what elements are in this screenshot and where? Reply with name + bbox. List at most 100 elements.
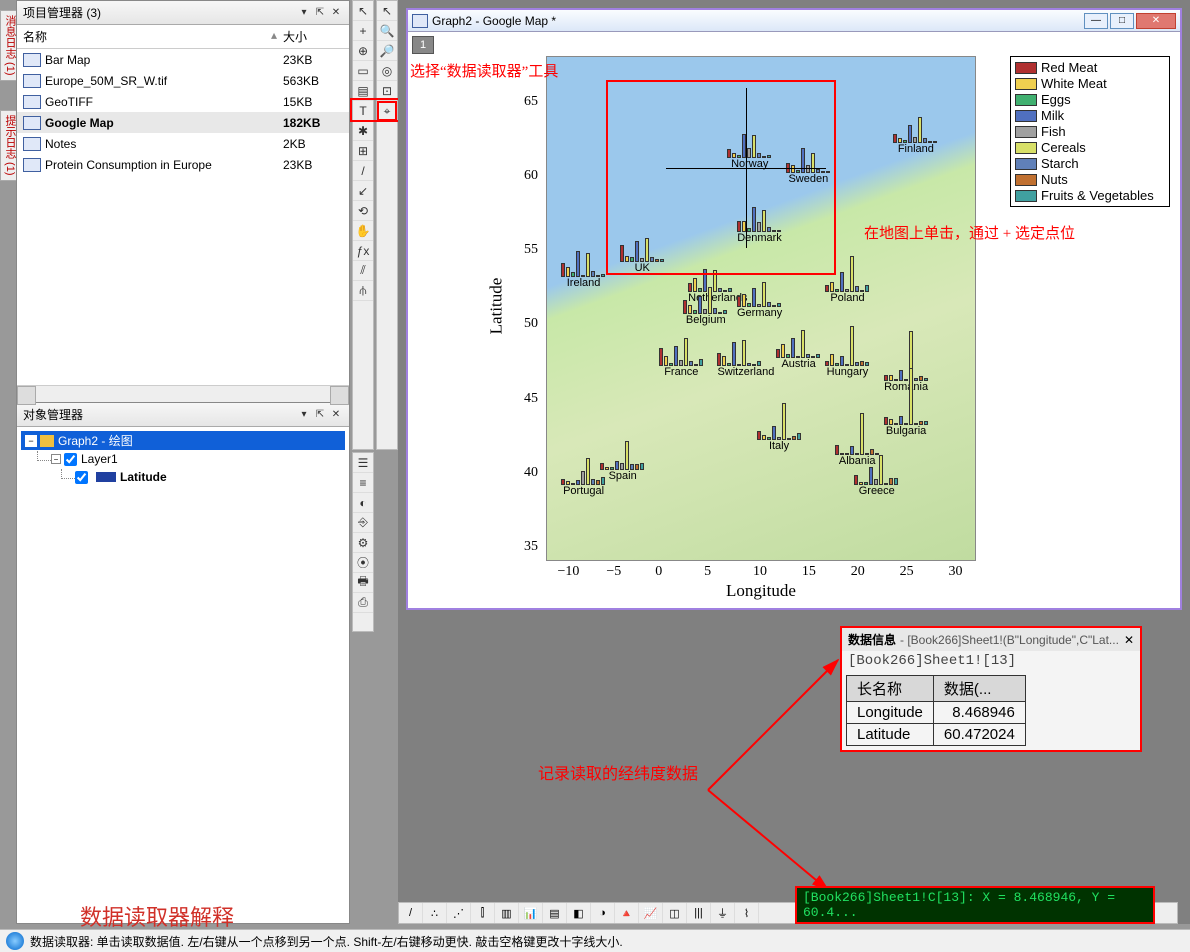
- y-tick: 60: [524, 168, 538, 184]
- tool-button[interactable]: ⫿: [471, 903, 495, 923]
- tool-button[interactable]: 🔍: [377, 21, 397, 41]
- country-bars[interactable]: Greece: [854, 435, 899, 497]
- tool-button[interactable]: +: [353, 21, 373, 41]
- tool-button[interactable]: ⋰: [447, 903, 471, 923]
- tool-button[interactable]: ▥: [495, 903, 519, 923]
- tree-root[interactable]: − Graph2 - 绘图: [21, 431, 345, 450]
- tool-button[interactable]: ⚙: [353, 533, 373, 553]
- country-bars[interactable]: Hungary: [825, 316, 870, 378]
- tool-button[interactable]: |||: [687, 903, 711, 923]
- tool-button[interactable]: ⊞: [353, 141, 373, 161]
- country-bars[interactable]: France: [659, 316, 704, 378]
- sort-icon[interactable]: ▴: [271, 28, 283, 45]
- country-bars[interactable]: Ireland: [561, 227, 606, 289]
- close-icon[interactable]: ✕: [1124, 633, 1134, 647]
- tool-button[interactable]: ◐: [353, 493, 373, 513]
- file-icon: [23, 116, 41, 130]
- project-item[interactable]: GeoTIFF15KB: [17, 91, 349, 112]
- h-scrollbar[interactable]: [17, 385, 349, 402]
- file-icon: [23, 158, 41, 172]
- tool-button[interactable]: 📈: [639, 903, 663, 923]
- collapse-icon[interactable]: −: [51, 454, 61, 464]
- project-item[interactable]: Notes2KB: [17, 133, 349, 154]
- tool-button[interactable]: ⊕: [353, 41, 373, 61]
- country-bars[interactable]: Italy: [757, 390, 802, 452]
- tool-button[interactable]: ☰: [353, 453, 373, 473]
- tool-button[interactable]: ◫: [663, 903, 687, 923]
- tool-toolbar-1: ↖+⊕▭▤T✱⊞/↙⟲✋ƒx⫽⫛: [352, 0, 374, 450]
- tool-button[interactable]: ↖: [377, 1, 397, 21]
- th-name: 长名称: [847, 676, 934, 702]
- tool-button[interactable]: ⦿: [353, 553, 373, 573]
- country-bars[interactable]: Austria: [776, 308, 821, 370]
- tool-button[interactable]: ◑: [591, 903, 615, 923]
- project-item[interactable]: Protein Consumption in Europe23KB: [17, 154, 349, 175]
- tool-button[interactable]: ▭: [353, 61, 373, 81]
- tool-button[interactable]: ≡: [353, 473, 373, 493]
- tool-button[interactable]: /: [353, 161, 373, 181]
- tool-button[interactable]: ⫛: [353, 281, 373, 301]
- tool-button[interactable]: ↙: [353, 181, 373, 201]
- tool-button[interactable]: ⏚: [711, 903, 735, 923]
- tool-button[interactable]: ⫽: [353, 261, 373, 281]
- collapse-icon[interactable]: −: [25, 435, 37, 447]
- project-item[interactable]: Europe_50M_SR_W.tif563KB: [17, 70, 349, 91]
- close-icon[interactable]: ✕: [329, 6, 343, 20]
- country-bars[interactable]: Finland: [893, 93, 938, 155]
- project-item[interactable]: Google Map182KB: [17, 112, 349, 133]
- tool-button[interactable]: ◎: [377, 61, 397, 81]
- tool-button[interactable]: 📊: [519, 903, 543, 923]
- minimize-button[interactable]: —: [1084, 13, 1108, 29]
- y-tick: 35: [524, 539, 538, 555]
- table-row: Longitude8.468946: [847, 702, 1026, 724]
- country-bars[interactable]: Spain: [600, 420, 645, 482]
- col-name[interactable]: 名称: [23, 28, 271, 45]
- graph-titlebar[interactable]: Graph2 - Google Map * — □ ✕: [408, 10, 1180, 32]
- y-tick: 65: [524, 94, 538, 110]
- data-info-ref: [Book266]Sheet1![13]: [842, 651, 1140, 671]
- close-icon[interactable]: ✕: [329, 408, 343, 422]
- legend-item: White Meat: [1015, 76, 1165, 91]
- country-bars[interactable]: Bulgaria: [884, 375, 929, 437]
- project-item[interactable]: Bar Map23KB: [17, 49, 349, 70]
- close-button[interactable]: ✕: [1136, 13, 1176, 29]
- tool-button[interactable]: ƒx: [353, 241, 373, 261]
- col-size[interactable]: 大小: [283, 28, 343, 45]
- tool-button[interactable]: ⌇: [735, 903, 759, 923]
- project-panel-label: 项目管理器 (3): [23, 4, 101, 21]
- tree-leaf[interactable]: Latitude: [57, 468, 345, 486]
- globe-icon[interactable]: [6, 932, 24, 950]
- workspace: Graph2 - Google Map * — □ ✕ 1 Latitude L…: [398, 0, 1190, 924]
- tool-button[interactable]: ✱: [353, 121, 373, 141]
- data-info-title: 数据信息: [848, 631, 896, 648]
- tool-button[interactable]: /: [399, 903, 423, 923]
- tool-button[interactable]: ⟲: [353, 201, 373, 221]
- pin-icon[interactable]: ⇱: [313, 408, 327, 422]
- layer-tab[interactable]: 1: [412, 36, 434, 54]
- tool-button[interactable]: ▤: [543, 903, 567, 923]
- file-icon: [23, 53, 41, 67]
- x-tick: 10: [753, 564, 767, 580]
- tool-button[interactable]: ↖: [353, 1, 373, 21]
- tool-button[interactable]: 🖶: [353, 573, 373, 593]
- pin-icon[interactable]: ⇱: [313, 6, 327, 20]
- tool-button[interactable]: 🔎: [377, 41, 397, 61]
- layer-checkbox[interactable]: [64, 453, 77, 466]
- leaf-checkbox[interactable]: [75, 471, 88, 484]
- dropdown-icon[interactable]: ▾: [297, 6, 311, 20]
- annotation-tool-highlight: [350, 98, 400, 122]
- tool-button[interactable]: 🔺: [615, 903, 639, 923]
- dropdown-icon[interactable]: ▾: [297, 408, 311, 422]
- country-bars[interactable]: Portugal: [561, 435, 606, 497]
- tool-button[interactable]: ◧: [567, 903, 591, 923]
- tool-button[interactable]: ⎆: [353, 513, 373, 533]
- data-info-window[interactable]: 数据信息 - [Book266]Sheet1!(B"Longitude",C"L…: [840, 626, 1142, 752]
- tool-button[interactable]: ∴: [423, 903, 447, 923]
- tree-layer[interactable]: − Layer1: [33, 450, 345, 468]
- maximize-button[interactable]: □: [1110, 13, 1134, 29]
- tree-layer-label: Layer1: [81, 452, 118, 466]
- legend-item: Cereals: [1015, 140, 1165, 155]
- country-bars[interactable]: Switzerland: [717, 316, 774, 378]
- tool-button[interactable]: ✋: [353, 221, 373, 241]
- tool-button[interactable]: ⎙: [353, 593, 373, 613]
